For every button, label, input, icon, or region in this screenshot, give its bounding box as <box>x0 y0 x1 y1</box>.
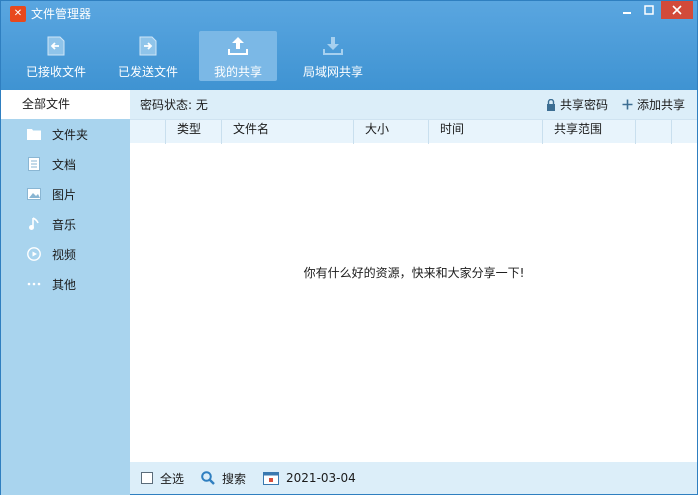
sent-file-icon <box>139 36 157 56</box>
sidebar-item-music[interactable]: 音乐 <box>1 209 130 239</box>
search-label: 搜索 <box>222 471 247 486</box>
column-size[interactable]: 大小 <box>353 120 428 144</box>
column-time[interactable]: 时间 <box>428 120 542 144</box>
sidebar-item-label: 文件夹 <box>52 127 89 142</box>
sidebar-item-label: 文档 <box>52 157 77 172</box>
close-icon <box>672 5 682 15</box>
column-extra <box>635 120 671 144</box>
toolbar-lan-share[interactable]: 局域网共享 <box>293 31 373 81</box>
select-all-label: 全选 <box>160 471 185 486</box>
upload-share-icon <box>228 37 248 55</box>
share-password-button[interactable]: 共享密码 <box>546 96 608 113</box>
window-controls <box>617 1 693 19</box>
sidebar: 全部文件 文件夹 文档 图片 音乐 视频 其他 <box>0 90 130 495</box>
sidebar-item-label: 音乐 <box>52 217 77 232</box>
received-file-icon <box>47 36 65 56</box>
maximize-icon <box>644 5 654 15</box>
toolbar-lan-share-label: 局域网共享 <box>302 65 363 79</box>
window-title: 文件管理器 <box>31 7 92 21</box>
search-button[interactable]: 搜索 <box>201 470 246 487</box>
document-icon <box>27 157 41 171</box>
sidebar-item-folder[interactable]: 文件夹 <box>1 119 130 149</box>
toolbar-sent-label: 已发送文件 <box>117 65 178 79</box>
toolbar-my-share[interactable]: 我的共享 <box>199 31 277 81</box>
maximize-button[interactable] <box>639 1 659 19</box>
status-bar: 密码状态: 无 共享密码 添加共享 <box>130 90 697 119</box>
music-icon <box>27 217 41 231</box>
toolbar-sent-files[interactable]: 已发送文件 <box>109 31 187 81</box>
add-share-button[interactable]: 添加共享 <box>622 96 685 113</box>
table-header: 类型 文件名 大小 时间 共享范围 <box>130 119 698 144</box>
plus-icon <box>622 99 633 110</box>
minimize-icon <box>623 12 631 14</box>
toolbar-received-label: 已接收文件 <box>25 65 86 79</box>
sidebar-item-document[interactable]: 文档 <box>1 149 130 179</box>
column-end <box>671 120 698 144</box>
image-icon <box>27 187 41 201</box>
calendar-icon <box>263 472 280 485</box>
title-bar: ✕ 文件管理器 <box>1 1 697 27</box>
select-all-checkbox[interactable]: 全选 <box>141 470 184 487</box>
column-type[interactable]: 类型 <box>165 120 221 144</box>
sidebar-item-label: 图片 <box>52 187 77 202</box>
close-button[interactable] <box>661 1 693 19</box>
footer-bar: 全选 搜索 2021-03-04 <box>130 462 697 494</box>
toolbar-received-files[interactable]: 已接收文件 <box>15 31 97 81</box>
add-share-label: 添加共享 <box>636 98 685 112</box>
window-top: ✕ 文件管理器 已接收文件 已发送文件 我的共享 局域网共享 <box>0 0 698 90</box>
checkbox-icon <box>141 472 153 484</box>
date-picker[interactable]: 2021-03-04 <box>263 471 356 485</box>
search-icon <box>201 471 215 485</box>
sidebar-item-all-files[interactable]: 全部文件 <box>1 90 130 119</box>
minimize-button[interactable] <box>617 1 637 19</box>
column-select <box>130 120 165 144</box>
toolbar: 已接收文件 已发送文件 我的共享 局域网共享 <box>15 31 373 87</box>
empty-state-message: 你有什么好的资源，快来和大家分享一下! <box>303 266 525 280</box>
video-icon <box>27 247 41 261</box>
more-icon <box>27 277 41 291</box>
date-value: 2021-03-04 <box>286 471 356 485</box>
sidebar-item-label: 视频 <box>52 247 77 262</box>
sidebar-item-label: 其他 <box>52 277 77 292</box>
column-share-scope[interactable]: 共享范围 <box>542 120 635 144</box>
download-lan-icon <box>323 37 343 55</box>
toolbar-my-share-label: 我的共享 <box>213 65 262 79</box>
lock-icon <box>546 98 555 111</box>
sidebar-item-video[interactable]: 视频 <box>1 239 130 269</box>
folder-icon <box>27 127 41 141</box>
share-password-label: 共享密码 <box>559 98 608 112</box>
app-logo-icon: ✕ <box>10 6 26 22</box>
main-panel: 密码状态: 无 共享密码 添加共享 类型 文件名 大小 时间 共享范围 你有什么… <box>130 90 698 495</box>
password-status: 密码状态: 无 <box>140 98 208 112</box>
sidebar-item-other[interactable]: 其他 <box>1 269 130 299</box>
status-actions: 共享密码 添加共享 <box>546 90 685 119</box>
sidebar-item-image[interactable]: 图片 <box>1 179 130 209</box>
column-filename[interactable]: 文件名 <box>221 120 353 144</box>
